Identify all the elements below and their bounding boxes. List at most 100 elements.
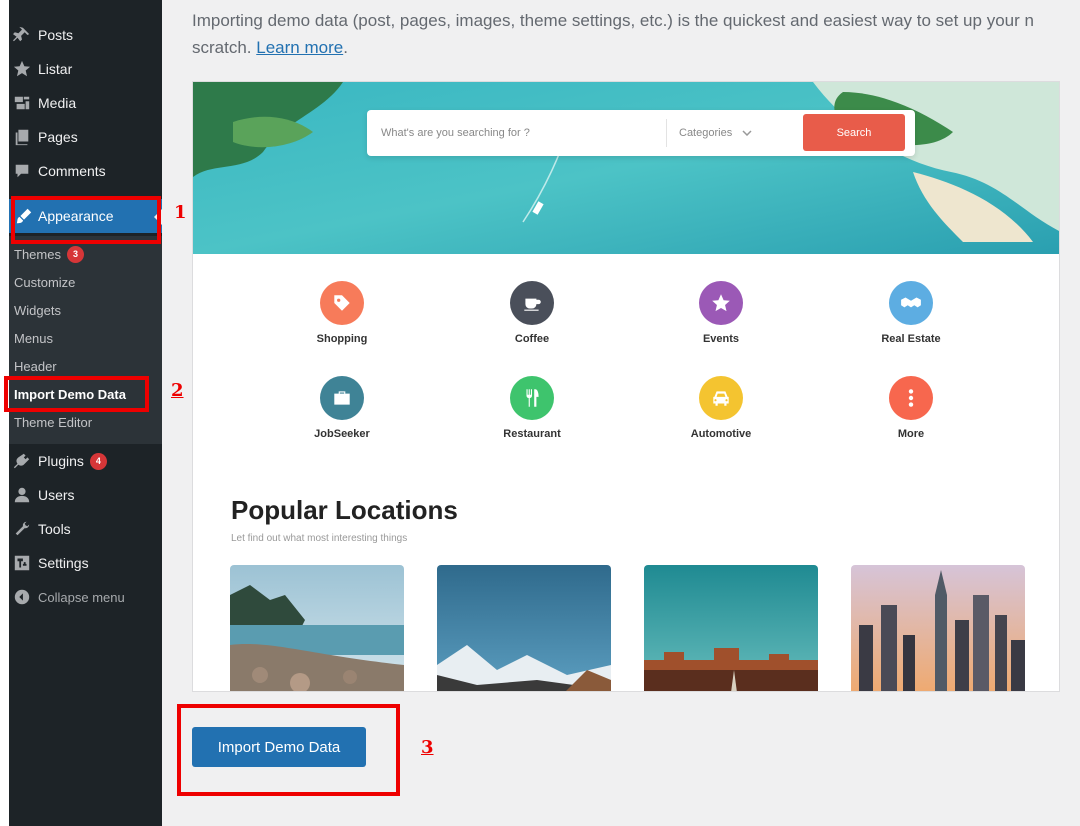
intro-period: . [343,38,348,57]
preview-search-bar: What's are you searching for ? Categorie… [367,110,915,156]
mountain-photo [437,565,611,691]
location-thumb-mountain [437,565,611,691]
submenu-label: Themes [14,246,61,262]
fork-knife-icon [510,376,554,420]
category-label: Events [702,333,740,345]
category-label: Automotive [690,428,752,440]
menu-item-users[interactable]: Users [9,478,162,512]
learn-more-link[interactable]: Learn more [256,38,343,57]
category-events: Events [646,281,796,345]
category-real-estate: Real Estate [836,281,986,345]
category-automotive: Automotive [646,376,796,440]
annotation-box-3 [177,704,400,796]
annotation-number-3: 3 [421,737,434,758]
menu-item-listar[interactable]: Listar [9,52,162,86]
menu-item-posts[interactable]: Posts [9,18,162,52]
submenu-label: Widgets [14,302,61,318]
menu-item-comments[interactable]: Comments [9,154,162,188]
submenu-item-widgets[interactable]: Widgets [14,300,61,320]
menu-label: Posts [38,27,74,43]
media-icon [12,93,32,113]
category-coffee: Coffee [457,281,607,345]
menu-label: Listar [38,61,73,77]
submenu-item-theme-editor[interactable]: Theme Editor [14,412,92,432]
location-thumb-desert [644,565,818,691]
more-icon [889,376,933,420]
menu-item-media[interactable]: Media [9,86,162,120]
intro-line-2: scratch. [192,38,257,57]
collapse-arrow-icon [12,587,32,607]
coffee-icon [510,281,554,325]
annotation-box-1 [11,196,161,244]
menu-item-tools[interactable]: Tools [9,512,162,546]
category-label: Real Estate [881,333,941,345]
briefcase-icon [320,376,364,420]
demo-preview-image: What's are you searching for ? Categorie… [192,81,1060,692]
submenu-item-themes[interactable]: Themes 3 [14,244,84,264]
hero-beach-image: What's are you searching for ? Categorie… [193,82,1059,254]
submenu-label: Menus [14,330,54,346]
annotation-number-1: 1 [174,202,187,223]
menu-item-pages[interactable]: Pages [9,120,162,154]
submenu-item-header[interactable]: Header [14,356,57,376]
popular-locations-title: Popular Locations [231,495,458,525]
menu-label: Plugins [38,453,84,469]
desert-photo [644,565,818,691]
category-jobseeker: JobSeeker [267,376,417,440]
menu-label: Pages [38,129,78,145]
car-icon [699,376,743,420]
menu-label: Comments [38,163,106,179]
category-label: Restaurant [503,428,561,440]
category-label: More [897,428,925,440]
preview-search-input: What's are you searching for ? [381,127,530,139]
submenu-label: Theme Editor [14,414,93,430]
plugin-icon [12,451,32,471]
hero-illustration [193,82,1059,254]
intro-line-1: Importing demo data (post, pages, images… [192,11,1034,30]
wrench-icon [12,519,32,539]
preview-search-button: Search [803,114,905,151]
update-count-badge: 3 [66,245,84,263]
annotation-box-2 [4,376,149,412]
user-icon [12,485,32,505]
pages-icon [12,127,32,147]
star-icon [699,281,743,325]
pin-icon [12,25,32,45]
menu-label: Settings [38,555,89,571]
star-icon [12,59,32,79]
intro-text: Importing demo data (post, pages, images… [192,7,1080,61]
handshake-icon [889,281,933,325]
tag-icon [320,281,364,325]
update-count-badge: 4 [89,452,107,470]
categories-label: Categories [679,127,733,139]
menu-label: Media [38,95,77,111]
chevron-down-icon [742,130,752,136]
menu-label: Tools [38,521,71,537]
menu-item-plugins[interactable]: Plugins 4 [9,444,162,478]
submenu-item-customize[interactable]: Customize [14,272,75,292]
category-label: Shopping [316,333,368,345]
popular-locations-subtitle: Let find out what most interesting thing… [231,533,408,544]
appearance-submenu: Themes 3 Customize Widgets Menus Header … [9,236,162,444]
settings-icon [12,553,32,573]
menu-label: Users [38,487,75,503]
submenu-label: Customize [14,274,76,290]
menu-item-settings[interactable]: Settings [9,546,162,580]
city-photo [851,565,1025,691]
submenu-item-menus[interactable]: Menus [14,328,53,348]
admin-sidebar: Posts Listar Media Pages Comments Appear… [9,0,162,826]
category-more: More [836,376,986,440]
category-label: Coffee [514,333,550,345]
category-shopping: Shopping [267,281,417,345]
location-thumb-coast [230,565,404,691]
submenu-label: Header [14,358,57,374]
coast-photo [230,565,404,691]
comment-icon [12,161,32,181]
location-thumb-city [851,565,1025,691]
left-margin [0,0,9,826]
category-restaurant: Restaurant [457,376,607,440]
collapse-menu-button[interactable]: Collapse menu [9,580,162,614]
menu-label: Collapse menu [38,589,125,605]
annotation-number-2: 2 [171,380,184,401]
category-label: JobSeeker [314,428,370,440]
